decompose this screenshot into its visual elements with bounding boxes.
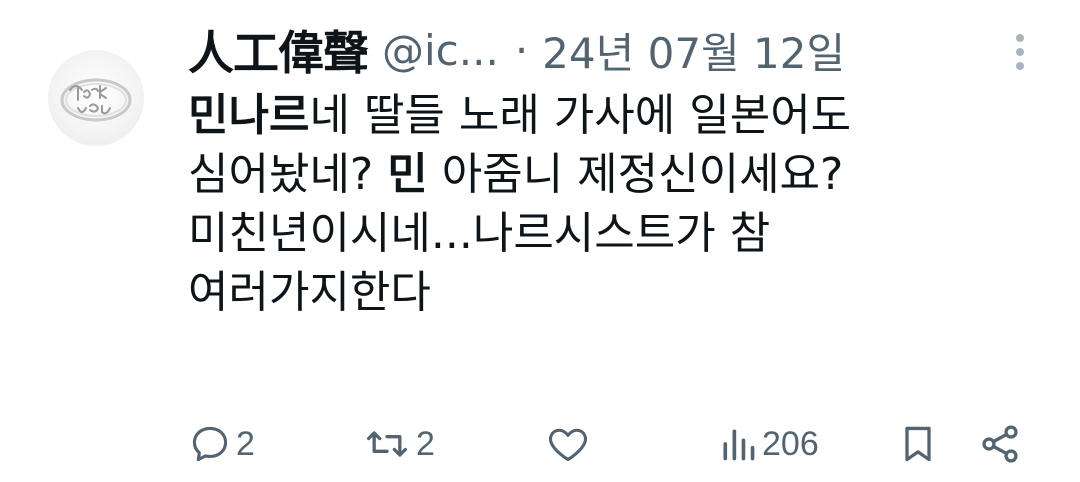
share-icon [982, 425, 1018, 463]
line-text: 아줌니 제정신이세요? [427, 149, 844, 200]
line-text: 미친년이시네...나르시스트가 참 [188, 208, 771, 259]
retweet-count: 2 [416, 424, 435, 463]
more-options-icon[interactable] [1008, 34, 1032, 74]
like-button[interactable] [546, 418, 594, 470]
views-chart-icon [723, 429, 755, 461]
separator-dot: · [514, 25, 529, 75]
line-text: 네 딸들 노래 가사에 일본어도 [309, 90, 852, 141]
action-bar: 2 2 206 [188, 418, 1028, 470]
tweet-header: 人工偉聲 @ic... · 24년 07월 12일 [188, 18, 845, 82]
views-button[interactable]: 206 [718, 418, 819, 470]
tweet-text-line: 심어놨네? 민 아줌니 제정신이세요? [188, 145, 1008, 204]
tweet-date[interactable]: 24년 07월 12일 [542, 20, 845, 81]
reply-count: 2 [236, 424, 255, 463]
bold-text: 민 [387, 149, 428, 200]
tweet-text-line: 미친년이시네...나르시스트가 참 [188, 204, 1008, 263]
bookmark-icon [905, 426, 931, 462]
reply-button[interactable]: 2 [188, 418, 255, 470]
avatar[interactable] [48, 50, 144, 146]
bold-text: 민나르 [188, 90, 310, 141]
retweet-button[interactable]: 2 [362, 418, 435, 470]
reply-icon [192, 426, 228, 462]
tweet-text-line: 민나르네 딸들 노래 가사에 일본어도 [188, 86, 1008, 145]
tweet-text-line: 여러가지한다 [188, 263, 1008, 322]
tweet-text: 민나르네 딸들 노래 가사에 일본어도 심어놨네? 민 아줌니 제정신이세요? … [188, 86, 1008, 322]
ring-image [60, 78, 132, 122]
line-text: 심어놨네? [188, 149, 388, 200]
heart-icon [549, 428, 587, 462]
bookmark-button[interactable] [896, 418, 940, 470]
author-handle[interactable]: @ic... [382, 26, 499, 75]
views-count: 206 [762, 424, 819, 463]
share-button[interactable] [978, 418, 1022, 470]
retweet-icon [367, 431, 407, 457]
author-name[interactable]: 人工偉聲 [188, 17, 369, 83]
line-text: 여러가지한다 [188, 267, 431, 318]
